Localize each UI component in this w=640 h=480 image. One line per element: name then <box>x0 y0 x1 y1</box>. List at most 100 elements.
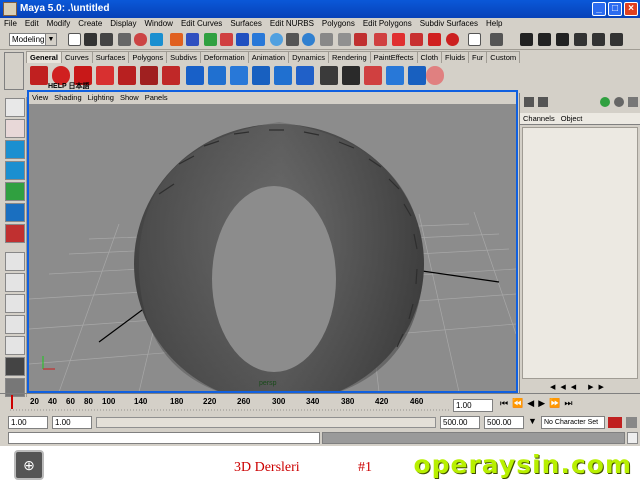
maximize-button[interactable]: □ <box>608 2 622 16</box>
tab-polygons[interactable]: Polygons <box>128 51 168 63</box>
snap-surface-icon[interactable] <box>270 33 283 46</box>
construction-history-icon[interactable] <box>320 33 333 46</box>
four-view-icon[interactable] <box>5 273 25 292</box>
last-tool-icon[interactable] <box>5 224 25 243</box>
render-icon[interactable] <box>364 66 382 85</box>
outliner-toggle-icon[interactable] <box>574 33 587 46</box>
attribute-color-icon[interactable] <box>600 97 610 107</box>
rotate-tool-icon[interactable] <box>5 161 25 180</box>
playback-start-field[interactable]: 1.00 <box>52 416 92 429</box>
time-slider[interactable]: 20 40 60 80 100 140 180 220 260 300 340 … <box>0 393 640 415</box>
menu-subdiv-surfaces[interactable]: Subdiv Surfaces <box>420 19 478 28</box>
input-output-icon[interactable] <box>302 33 315 46</box>
object-color-icon[interactable] <box>614 97 624 107</box>
graph-editor-toggle-icon[interactable] <box>610 33 623 46</box>
move-tool-icon[interactable] <box>5 140 25 159</box>
snap-point-icon[interactable] <box>236 33 249 46</box>
select-tool-icon[interactable] <box>5 98 25 117</box>
render-frame-icon[interactable] <box>354 33 367 46</box>
tab-painteffects[interactable]: PaintEffects <box>369 51 418 63</box>
script-editor-icon[interactable] <box>627 432 638 444</box>
snap-curve-icon[interactable] <box>220 33 233 46</box>
ipr-render-icon[interactable] <box>374 33 387 46</box>
camera-icon[interactable] <box>320 66 338 85</box>
cube-icon[interactable] <box>186 66 204 85</box>
menu-create[interactable]: Create <box>78 19 102 28</box>
scale-tool-icon[interactable] <box>5 182 25 201</box>
torus-icon[interactable] <box>274 66 292 85</box>
shelf-options-button[interactable] <box>4 52 24 90</box>
channel-box-icon[interactable] <box>524 97 534 107</box>
tab-fluids[interactable]: Fluids <box>441 51 470 63</box>
playback-controls[interactable]: ⏮⏪◀▶⏩⏭ <box>500 398 576 409</box>
start-time-field[interactable]: 1.00 <box>8 416 48 429</box>
channel-box-object-menu[interactable]: Object <box>561 114 583 123</box>
tab-deformation[interactable]: Deformation <box>199 51 249 63</box>
persp-graph-hyper-icon[interactable] <box>5 357 25 376</box>
magnet-icon[interactable] <box>410 33 423 46</box>
menu-file[interactable]: File <box>4 19 17 28</box>
snap-view-icon[interactable] <box>252 33 265 46</box>
range-bar[interactable] <box>96 417 436 428</box>
channel-box-body[interactable] <box>522 127 638 379</box>
menu-surfaces[interactable]: Surfaces <box>230 19 262 28</box>
tab-dynamics[interactable]: Dynamics <box>288 51 330 63</box>
viewport-menu-lighting[interactable]: Lighting <box>88 93 114 102</box>
tab-cloth[interactable]: Cloth <box>416 51 443 63</box>
open-scene-icon[interactable] <box>84 33 97 46</box>
select-component-icon[interactable] <box>150 33 163 46</box>
channel-box-channels-menu[interactable]: Channels <box>523 114 555 123</box>
current-frame-field[interactable]: 1.00 <box>453 399 493 412</box>
input-field-icon[interactable] <box>468 33 481 46</box>
stop-icon[interactable] <box>446 33 459 46</box>
sphere-icon[interactable] <box>208 66 226 85</box>
menu-help[interactable]: Help <box>486 19 502 28</box>
single-view-icon[interactable] <box>5 252 25 271</box>
snap-grid-icon[interactable] <box>204 33 217 46</box>
plane-icon[interactable] <box>296 66 314 85</box>
attribute-editor-icon[interactable] <box>490 33 503 46</box>
cone-icon[interactable] <box>252 66 270 85</box>
save-scene-icon[interactable] <box>100 33 113 46</box>
learning-movies-icon[interactable] <box>140 66 158 85</box>
tab-rendering[interactable]: Rendering <box>328 51 371 63</box>
pin-icon[interactable] <box>628 97 638 107</box>
light-icon[interactable] <box>342 66 360 85</box>
tab-subdivs[interactable]: Subdivs <box>166 51 201 63</box>
menu-window[interactable]: Window <box>145 19 173 28</box>
filter-joints-icon[interactable] <box>186 33 199 46</box>
character-set-dropdown-icon[interactable]: ▼ <box>528 416 537 426</box>
persp-graph-icon[interactable] <box>5 315 25 334</box>
minimize-button[interactable]: _ <box>592 2 606 16</box>
tab-general[interactable]: General <box>26 51 62 63</box>
render-view-icon[interactable] <box>338 33 351 46</box>
tab-surfaces[interactable]: Surfaces <box>91 51 130 63</box>
menu-edit-polygons[interactable]: Edit Polygons <box>363 19 412 28</box>
menu-edit-curves[interactable]: Edit Curves <box>181 19 222 28</box>
mode-selector[interactable]: Modeling ▼ <box>9 33 57 46</box>
viewport-menu-view[interactable]: View <box>32 93 48 102</box>
tutorials-icon[interactable] <box>96 66 114 85</box>
tab-curves[interactable]: Curves <box>60 51 93 63</box>
preferences-icon[interactable] <box>626 417 637 428</box>
end-time-field[interactable]: 500.00 <box>484 416 524 429</box>
viewport[interactable]: View Shading Lighting Show Panels persp <box>27 90 518 393</box>
auto-key-icon[interactable] <box>608 417 622 428</box>
select-hierarchy-icon[interactable] <box>118 33 131 46</box>
tab-fur[interactable]: Fur <box>468 51 488 63</box>
viewport-menu-show[interactable]: Show <box>120 93 139 102</box>
persp-outliner-icon[interactable] <box>5 294 25 313</box>
hypergraph-toggle-icon[interactable] <box>592 33 605 46</box>
viewport-menu-shading[interactable]: Shading <box>54 93 82 102</box>
tool-settings-toggle-icon[interactable] <box>538 33 551 46</box>
tab-custom[interactable]: Custom <box>486 51 521 63</box>
menu-polygons[interactable]: Polygons <box>322 19 355 28</box>
cylinder-icon[interactable] <box>230 66 248 85</box>
menu-edit-nurbs[interactable]: Edit NURBS <box>270 19 314 28</box>
target-icon[interactable] <box>426 66 444 85</box>
channel-box-scroll-icons[interactable]: ◀◀◀ ▶▶ <box>550 383 609 391</box>
tab-animation[interactable]: Animation <box>247 51 290 63</box>
layer-editor-toggle-icon[interactable] <box>556 33 569 46</box>
viewport-menu-panels[interactable]: Panels <box>145 93 168 102</box>
filter-handles-icon[interactable] <box>170 33 183 46</box>
